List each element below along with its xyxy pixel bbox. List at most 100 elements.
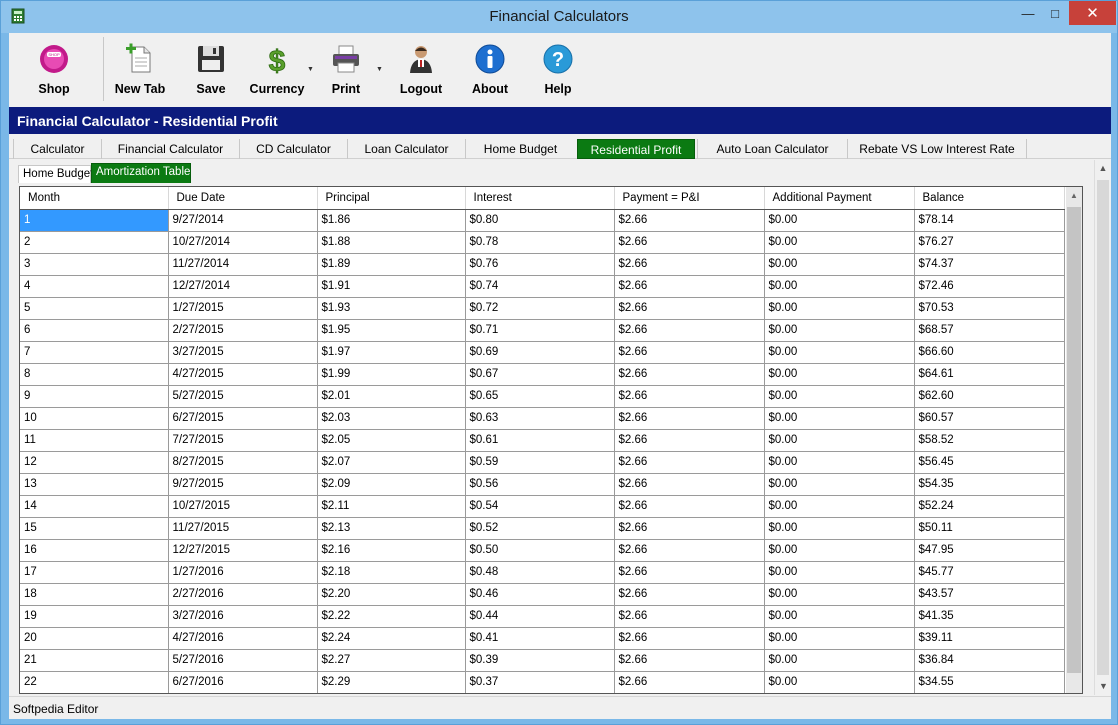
principal-cell[interactable]: $2.11 <box>317 495 466 518</box>
additional-payment-cell[interactable]: $0.00 <box>764 429 915 452</box>
due-date-cell[interactable]: 8/27/2015 <box>168 451 318 474</box>
table-row[interactable]: 3 11/27/2014 $1.89 $0.76 $2.66 $0.00 $74.37 <box>20 253 1065 276</box>
additional-payment-cell[interactable]: $0.00 <box>764 231 915 254</box>
new-tab-button[interactable]: New Tab <box>113 43 167 103</box>
grid-scroll-thumb[interactable] <box>1067 207 1081 673</box>
balance-cell[interactable]: $56.45 <box>914 451 1065 474</box>
month-cell[interactable]: 2 <box>20 231 169 254</box>
tab-residential-profit[interactable]: Residential Profit <box>577 139 695 159</box>
interest-cell[interactable]: $0.69 <box>465 341 615 364</box>
month-cell[interactable]: 16 <box>20 539 169 562</box>
additional-payment-cell[interactable]: $0.00 <box>764 319 915 342</box>
tab-rebate-vs-low-interest-rate[interactable]: Rebate VS Low Interest Rate <box>847 139 1027 159</box>
about-button[interactable]: About <box>469 43 511 103</box>
due-date-cell[interactable]: 2/27/2015 <box>168 319 318 342</box>
shop-button[interactable]: SHOP Shop <box>31 43 77 103</box>
additional-payment-cell[interactable]: $0.00 <box>764 253 915 276</box>
payment-cell[interactable]: $2.66 <box>614 539 765 562</box>
principal-cell[interactable]: $2.07 <box>317 451 466 474</box>
tab-cd-calculator[interactable]: CD Calculator <box>239 139 347 159</box>
interest-cell[interactable]: $0.54 <box>465 495 615 518</box>
currency-button[interactable]: $ Currency <box>249 43 305 103</box>
month-cell[interactable]: 1 <box>20 209 169 232</box>
month-cell[interactable]: 19 <box>20 605 169 628</box>
principal-cell[interactable]: $2.24 <box>317 627 466 650</box>
interest-cell[interactable]: $0.41 <box>465 627 615 650</box>
month-cell[interactable]: 21 <box>20 649 169 672</box>
table-row[interactable]: 9 5/27/2015 $2.01 $0.65 $2.66 $0.00 $62.60 <box>20 385 1065 408</box>
currency-dropdown-arrow-icon[interactable]: ▼ <box>307 66 314 73</box>
month-cell[interactable]: 6 <box>20 319 169 342</box>
interest-cell[interactable]: $0.52 <box>465 517 615 540</box>
due-date-cell[interactable]: 5/27/2015 <box>168 385 318 408</box>
print-dropdown-arrow-icon[interactable]: ▼ <box>376 66 383 73</box>
table-row[interactable]: 6 2/27/2015 $1.95 $0.71 $2.66 $0.00 $68.57 <box>20 319 1065 342</box>
table-row[interactable]: 5 1/27/2015 $1.93 $0.72 $2.66 $0.00 $70.53 <box>20 297 1065 320</box>
panel-scroll-thumb[interactable] <box>1097 180 1109 675</box>
additional-payment-cell[interactable]: $0.00 <box>764 539 915 562</box>
table-row[interactable]: 13 9/27/2015 $2.09 $0.56 $2.66 $0.00 $54.35 <box>20 473 1065 496</box>
payment-cell[interactable]: $2.66 <box>614 473 765 496</box>
interest-cell[interactable]: $0.37 <box>465 671 615 693</box>
subtab-amortization-table[interactable]: Amortization Table <box>91 163 191 183</box>
balance-cell[interactable]: $74.37 <box>914 253 1065 276</box>
payment-cell[interactable]: $2.66 <box>614 253 765 276</box>
additional-payment-cell[interactable]: $0.00 <box>764 209 915 232</box>
due-date-cell[interactable]: 9/27/2014 <box>168 209 318 232</box>
month-cell[interactable]: 13 <box>20 473 169 496</box>
table-row[interactable]: 4 12/27/2014 $1.91 $0.74 $2.66 $0.00 $72.46 <box>20 275 1065 298</box>
interest-cell[interactable]: $0.65 <box>465 385 615 408</box>
interest-cell[interactable]: $0.50 <box>465 539 615 562</box>
table-row[interactable]: 22 6/27/2016 $2.29 $0.37 $2.66 $0.00 $34.55 <box>20 671 1065 693</box>
additional-payment-cell[interactable]: $0.00 <box>764 275 915 298</box>
payment-cell[interactable]: $2.66 <box>614 605 765 628</box>
due-date-cell[interactable]: 3/27/2016 <box>168 605 318 628</box>
additional-payment-cell[interactable]: $0.00 <box>764 363 915 386</box>
month-cell[interactable]: 22 <box>20 671 169 693</box>
interest-cell[interactable]: $0.74 <box>465 275 615 298</box>
interest-cell[interactable]: $0.46 <box>465 583 615 606</box>
balance-cell[interactable]: $72.46 <box>914 275 1065 298</box>
principal-cell[interactable]: $2.18 <box>317 561 466 584</box>
additional-payment-cell[interactable]: $0.00 <box>764 341 915 364</box>
panel-scroll-down-icon[interactable]: ▼ <box>1095 678 1112 695</box>
additional-payment-cell[interactable]: $0.00 <box>764 451 915 474</box>
balance-cell[interactable]: $43.57 <box>914 583 1065 606</box>
tab-auto-loan-calculator[interactable]: Auto Loan Calculator <box>697 139 847 159</box>
payment-cell[interactable]: $2.66 <box>614 451 765 474</box>
balance-cell[interactable]: $62.60 <box>914 385 1065 408</box>
principal-cell[interactable]: $2.05 <box>317 429 466 452</box>
interest-cell[interactable]: $0.67 <box>465 363 615 386</box>
month-cell[interactable]: 11 <box>20 429 169 452</box>
tab-loan-calculator[interactable]: Loan Calculator <box>347 139 465 159</box>
balance-cell[interactable]: $60.57 <box>914 407 1065 430</box>
payment-cell[interactable]: $2.66 <box>614 407 765 430</box>
month-cell[interactable]: 9 <box>20 385 169 408</box>
month-cell[interactable]: 4 <box>20 275 169 298</box>
additional-payment-cell[interactable]: $0.00 <box>764 561 915 584</box>
panel-scroll-up-icon[interactable]: ▲ <box>1095 160 1111 177</box>
balance-cell[interactable]: $36.84 <box>914 649 1065 672</box>
due-date-cell[interactable]: 4/27/2015 <box>168 363 318 386</box>
principal-cell[interactable]: $2.09 <box>317 473 466 496</box>
principal-cell[interactable]: $1.86 <box>317 209 466 232</box>
principal-cell[interactable]: $2.29 <box>317 671 466 693</box>
table-row[interactable]: 8 4/27/2015 $1.99 $0.67 $2.66 $0.00 $64.61 <box>20 363 1065 386</box>
additional-payment-cell[interactable]: $0.00 <box>764 385 915 408</box>
due-date-cell[interactable]: 2/27/2016 <box>168 583 318 606</box>
payment-cell[interactable]: $2.66 <box>614 275 765 298</box>
payment-cell[interactable]: $2.66 <box>614 363 765 386</box>
balance-cell[interactable]: $41.35 <box>914 605 1065 628</box>
due-date-cell[interactable]: 10/27/2015 <box>168 495 318 518</box>
due-date-cell[interactable]: 5/27/2016 <box>168 649 318 672</box>
month-cell[interactable]: 12 <box>20 451 169 474</box>
principal-cell[interactable]: $2.03 <box>317 407 466 430</box>
column-header-payment[interactable]: Payment = P&I <box>614 187 765 210</box>
due-date-cell[interactable]: 6/27/2015 <box>168 407 318 430</box>
month-cell[interactable]: 18 <box>20 583 169 606</box>
month-cell[interactable]: 10 <box>20 407 169 430</box>
principal-cell[interactable]: $2.01 <box>317 385 466 408</box>
panel-vertical-scrollbar[interactable]: ▲ ▼ <box>1094 160 1111 695</box>
balance-cell[interactable]: $34.55 <box>914 671 1065 693</box>
close-button[interactable]: ✕ <box>1069 1 1116 25</box>
